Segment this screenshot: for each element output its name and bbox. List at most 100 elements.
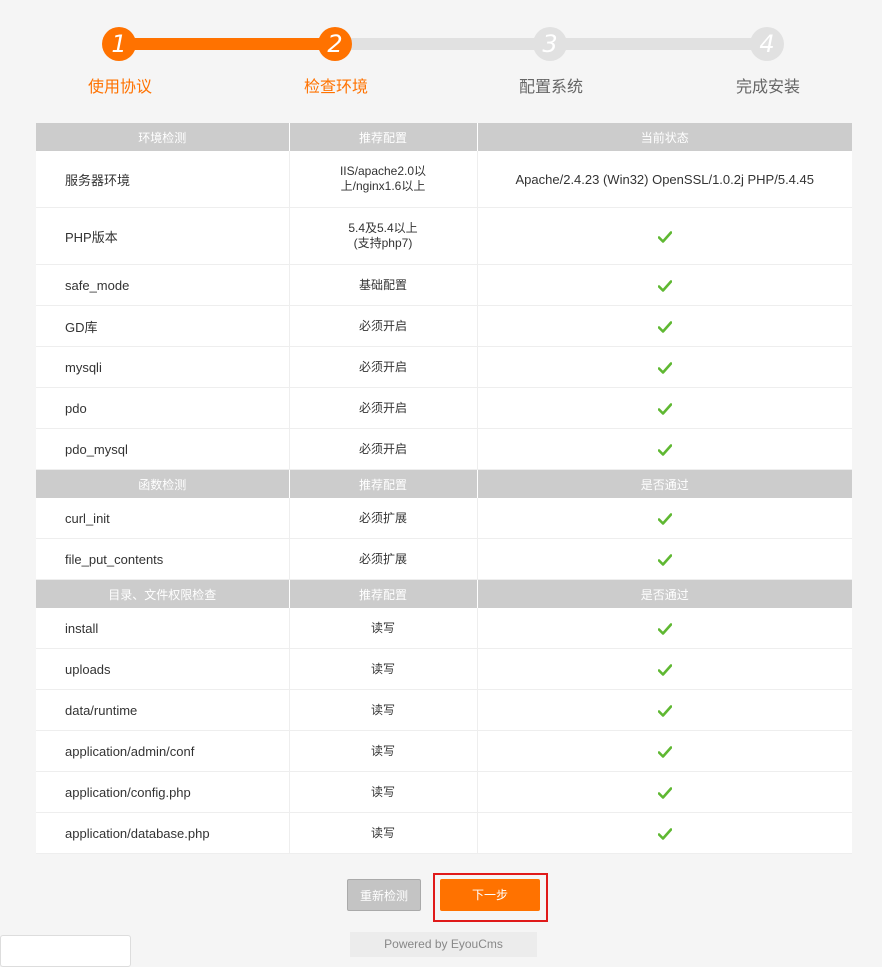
check-icon — [657, 705, 672, 717]
recommended-config: 读写 — [289, 812, 478, 854]
table-row: application/admin/conf 读写 — [36, 730, 852, 772]
step-track-progress — [119, 38, 335, 50]
column-header: 当前状态 — [477, 123, 852, 151]
check-icon — [657, 828, 672, 840]
recommended-config: 读写 — [289, 648, 478, 690]
check-status — [477, 264, 852, 306]
section-header-row: 目录、文件权限检查 推荐配置 是否通过 — [36, 579, 852, 608]
step-4-label: 完成安装 — [735, 79, 800, 96]
step-1-circle: 1 — [102, 27, 136, 61]
next-step-button[interactable]: 下一步 — [440, 879, 540, 911]
check-icon — [657, 554, 672, 566]
table-row: safe_mode 基础配置 — [36, 264, 852, 306]
check-item-name: curl_init — [36, 498, 290, 539]
column-header: 是否通过 — [477, 469, 852, 498]
table-row: data/runtime 读写 — [36, 689, 852, 731]
check-status — [477, 428, 852, 470]
check-icon — [657, 280, 672, 292]
environment-check-table: 环境检测 推荐配置 当前状态 服务器环境 IIS/apache2.0以 上/nginx1.… — [36, 123, 852, 854]
recommended-config: 必须开启 — [289, 387, 478, 429]
check-item-name: pdo — [36, 387, 290, 429]
check-icon — [657, 623, 672, 635]
step-2-label: 检查环境 — [303, 79, 368, 96]
check-status — [477, 812, 852, 854]
table-row: uploads 读写 — [36, 648, 852, 690]
check-item-name: PHP版本 — [36, 207, 290, 265]
recommended-config: 必须开启 — [289, 305, 478, 347]
section-header-row: 函数检测 推荐配置 是否通过 — [36, 469, 852, 498]
check-icon — [657, 746, 672, 758]
check-item-name: mysqli — [36, 346, 290, 388]
recommend-line: IIS/apache2.0以 — [339, 164, 427, 178]
check-icon — [657, 231, 672, 243]
check-status — [477, 346, 852, 388]
table-row: install 读写 — [36, 608, 852, 649]
table-row: mysqli 必须开启 — [36, 346, 852, 388]
check-status — [477, 498, 852, 539]
check-item-name: install — [36, 608, 290, 649]
check-status — [477, 689, 852, 731]
check-item-name: application/config.php — [36, 771, 290, 813]
table-row: curl_init 必须扩展 — [36, 498, 852, 539]
powered-by-footer: Powered by EyouCms — [350, 932, 537, 957]
check-status — [477, 387, 852, 429]
column-header: 推荐配置 — [289, 469, 478, 498]
check-item-name: GD库 — [36, 305, 290, 347]
recommend-line: 上/nginx1.6以上 — [340, 179, 426, 193]
check-status — [477, 771, 852, 813]
table-row: file_put_contents 必须扩展 — [36, 538, 852, 580]
column-header: 环境检测 — [36, 123, 290, 151]
check-item-name: application/admin/conf — [36, 730, 290, 772]
check-status — [477, 608, 852, 649]
table-row: 服务器环境 IIS/apache2.0以 上/nginx1.6以上 Apache/2.… — [36, 151, 852, 208]
column-header: 函数检测 — [36, 469, 290, 498]
check-status — [477, 305, 852, 347]
column-header: 是否通过 — [477, 579, 852, 608]
recommended-config: 必须开启 — [289, 428, 478, 470]
step-2-circle: 2 — [318, 27, 352, 61]
table-row: GD库 必须开启 — [36, 305, 852, 347]
column-header: 推荐配置 — [289, 123, 478, 151]
install-stepper: 1 2 3 4 使用协议 检查环境 配置系统 完成安装 — [0, 0, 882, 110]
check-item-name: data/runtime — [36, 689, 290, 731]
column-header: 推荐配置 — [289, 579, 478, 608]
recommended-config: 必须扩展 — [289, 498, 478, 539]
recommended-config: 读写 — [289, 771, 478, 813]
column-header: 目录、文件权限检查 — [36, 579, 290, 608]
check-item-name: 服务器环境 — [36, 151, 290, 208]
check-status — [477, 207, 852, 265]
recommended-config: 必须扩展 — [289, 538, 478, 580]
table-row: application/config.php 读写 — [36, 771, 852, 813]
check-icon — [657, 664, 672, 676]
recommend-line: (支持php7) — [353, 236, 413, 250]
recommended-config: 读写 — [289, 689, 478, 731]
corner-panel — [0, 935, 131, 967]
recommended-config: 必须开启 — [289, 346, 478, 388]
table-row: PHP版本 5.4及5.4以上 (支持php7) — [36, 207, 852, 265]
recommended-config: IIS/apache2.0以 上/nginx1.6以上 — [289, 151, 478, 208]
check-icon — [657, 513, 672, 525]
step-4-circle: 4 — [750, 27, 784, 61]
check-status — [477, 730, 852, 772]
table-row: pdo 必须开启 — [36, 387, 852, 429]
recommended-config: 读写 — [289, 608, 478, 649]
table-row: pdo_mysql 必须开启 — [36, 428, 852, 470]
check-icon — [657, 444, 672, 456]
recommended-config: 5.4及5.4以上 (支持php7) — [289, 207, 478, 265]
check-item-name: uploads — [36, 648, 290, 690]
check-item-name: pdo_mysql — [36, 428, 290, 470]
check-item-name: file_put_contents — [36, 538, 290, 580]
step-3-label: 配置系统 — [518, 79, 583, 96]
section-header-row: 环境检测 推荐配置 当前状态 — [36, 123, 852, 151]
check-item-name: application/database.php — [36, 812, 290, 854]
recommended-config: 基础配置 — [289, 264, 478, 306]
step-1-label: 使用协议 — [87, 79, 152, 96]
check-icon — [657, 787, 672, 799]
check-status — [477, 538, 852, 580]
table-row: application/database.php 读写 — [36, 812, 852, 854]
check-status — [477, 648, 852, 690]
recheck-button[interactable]: 重新检测 — [347, 879, 421, 911]
check-icon — [657, 362, 672, 374]
recommended-config: 读写 — [289, 730, 478, 772]
check-icon — [657, 321, 672, 333]
